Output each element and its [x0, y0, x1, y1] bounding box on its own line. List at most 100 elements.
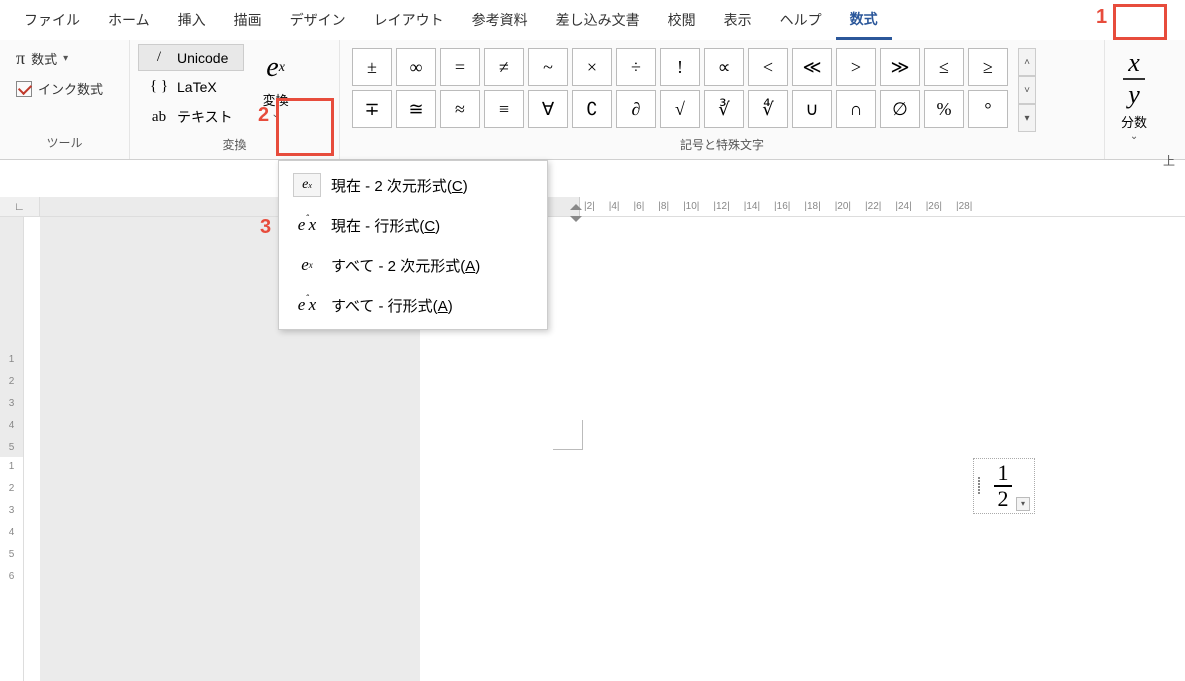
tab-home[interactable]: ホーム: [94, 2, 164, 38]
symbol-button[interactable]: ∁: [572, 90, 612, 128]
symbol-button[interactable]: ∪: [792, 90, 832, 128]
symbol-button[interactable]: ∀: [528, 90, 568, 128]
tab-layout[interactable]: レイアウト: [360, 2, 458, 38]
ruler-tick: 3: [9, 398, 15, 409]
ruler-tick: |24|: [895, 201, 911, 212]
tab-bar: ファイル ホーム 挿入 描画 デザイン レイアウト 参考資料 差し込み文書 校閲…: [0, 0, 1185, 40]
symbol-button[interactable]: ≪: [792, 48, 832, 86]
symbol-button[interactable]: ∅: [880, 90, 920, 128]
symbol-button[interactable]: ≡: [484, 90, 524, 128]
tab-equation[interactable]: 数式: [836, 1, 892, 40]
ab-icon: ab: [149, 109, 169, 126]
symbol-button[interactable]: ~: [528, 48, 568, 86]
tab-draw[interactable]: 描画: [220, 2, 276, 38]
ruler-tick: |12|: [713, 201, 729, 212]
symbol-button[interactable]: ≅: [396, 90, 436, 128]
ruler-tick: 6: [9, 571, 15, 582]
ink-equation-button[interactable]: インク数式: [8, 75, 111, 102]
unicode-button[interactable]: / Unicode: [138, 44, 244, 71]
symbol-button[interactable]: ×: [572, 48, 612, 86]
slash-icon: /: [149, 49, 169, 66]
cursor-indent-marker[interactable]: [570, 210, 586, 222]
ex-icon: eˆx: [293, 293, 321, 317]
ruler-tick: |16|: [774, 201, 790, 212]
ink-icon: [16, 81, 32, 97]
tab-file[interactable]: ファイル: [10, 2, 94, 38]
text-button[interactable]: ab テキスト: [138, 102, 244, 132]
equation-fraction[interactable]: 1 2: [994, 461, 1012, 511]
symbol-button[interactable]: ∓: [352, 90, 392, 128]
equation-button[interactable]: π 数式 ▾: [8, 44, 111, 73]
tab-view[interactable]: 表示: [710, 2, 766, 38]
callout-2: 2: [258, 104, 269, 127]
latex-button[interactable]: { } LaTeX: [138, 73, 244, 100]
symbol-scroll-up[interactable]: ˄: [1018, 48, 1036, 76]
convert-dropdown: ex現在 - 2 次元形式(C)eˆx現在 - 行形式(C)exすべて - 2 …: [278, 160, 548, 330]
symbol-button[interactable]: ±: [352, 48, 392, 86]
symbol-button[interactable]: =: [440, 48, 480, 86]
ruler-tick: |8|: [658, 201, 669, 212]
symbol-button[interactable]: ∩: [836, 90, 876, 128]
document-area[interactable]: [40, 217, 1185, 681]
group-symbols-label: 記号と特殊文字: [348, 132, 1096, 157]
chevron-down-icon: ⌄: [1130, 131, 1138, 142]
equation-options-dropdown[interactable]: ▾: [1016, 497, 1030, 511]
symbol-button[interactable]: √: [660, 90, 700, 128]
group-convert-label: 変換: [138, 132, 331, 157]
pi-icon: π: [16, 48, 25, 69]
symbol-button[interactable]: ≥: [968, 48, 1008, 86]
group-tools: π 数式 ▾ インク数式 ツール: [0, 40, 130, 159]
fraction-label: 分数: [1121, 112, 1147, 131]
symbol-button[interactable]: ∛: [704, 90, 744, 128]
symbol-button[interactable]: <: [748, 48, 788, 86]
symbol-button[interactable]: ÷: [616, 48, 656, 86]
ruler-tick: 2: [9, 376, 15, 387]
symbol-button[interactable]: %: [924, 90, 964, 128]
equation-button-label: 数式: [31, 49, 57, 68]
symbol-button[interactable]: ∂: [616, 90, 656, 128]
symbol-button[interactable]: ∜: [748, 90, 788, 128]
tab-help[interactable]: ヘルプ: [766, 2, 836, 38]
fraction-button[interactable]: xy 分数 ⌄: [1113, 44, 1155, 148]
convert-dropdown-item[interactable]: eˆx現在 - 行形式(C): [279, 205, 547, 245]
symbol-grid: ±∞=≠~×÷!∝<≪>≫≤≥ ∓≅≈≡∀∁∂√∛∜∪∩∅%°: [348, 44, 1012, 132]
tab-references[interactable]: 参考資料: [458, 2, 542, 38]
symbol-button[interactable]: ≤: [924, 48, 964, 86]
convert-dropdown-item[interactable]: eˆxすべて - 行形式(A): [279, 285, 547, 325]
equation-handle[interactable]: [978, 477, 988, 494]
chevron-down-icon: ⌄: [271, 109, 279, 120]
ruler-tick: |28|: [956, 201, 972, 212]
convert-dropdown-item[interactable]: exすべて - 2 次元形式(A): [279, 245, 547, 285]
callout-1: 1: [1096, 6, 1107, 29]
tab-design[interactable]: デザイン: [276, 2, 360, 38]
symbol-button[interactable]: °: [968, 90, 1008, 128]
fraction-denominator[interactable]: 2: [998, 487, 1009, 511]
vertical-ruler[interactable]: 54321 123456: [0, 217, 40, 681]
symbol-button[interactable]: >: [836, 48, 876, 86]
ruler-tick: |26|: [926, 201, 942, 212]
symbol-button[interactable]: !: [660, 48, 700, 86]
convert-dropdown-item[interactable]: ex現在 - 2 次元形式(C): [279, 165, 547, 205]
structures-more: 上: [1113, 148, 1177, 173]
fraction-numerator[interactable]: 1: [998, 461, 1009, 485]
ruler-tick: 1: [9, 461, 15, 472]
tab-insert[interactable]: 挿入: [164, 2, 220, 38]
symbol-button[interactable]: ≠: [484, 48, 524, 86]
ruler-tick: 4: [9, 420, 15, 431]
symbol-scroll: ˄ ˅ ▾: [1018, 48, 1036, 132]
symbol-scroll-more[interactable]: ▾: [1018, 104, 1036, 132]
equation-object[interactable]: 1 2 ▾: [973, 458, 1035, 514]
tab-mailings[interactable]: 差し込み文書: [542, 2, 654, 38]
tab-review[interactable]: 校閲: [654, 2, 710, 38]
horizontal-ruler[interactable]: |2||4||6||8||10||12||14||16||18||20||22|…: [40, 197, 1185, 217]
ruler-tick: |18|: [804, 201, 820, 212]
symbol-scroll-down[interactable]: ˅: [1018, 76, 1036, 104]
symbol-button[interactable]: ≈: [440, 90, 480, 128]
ribbon: π 数式 ▾ インク数式 ツール / Unicode { }: [0, 40, 1185, 160]
convert-split-button[interactable]: ex 変換 ⌄: [248, 44, 304, 124]
symbol-button[interactable]: ∝: [704, 48, 744, 86]
symbol-button[interactable]: ∞: [396, 48, 436, 86]
ruler-tick: 2: [9, 483, 15, 494]
ruler-tick: 3: [9, 505, 15, 516]
symbol-button[interactable]: ≫: [880, 48, 920, 86]
